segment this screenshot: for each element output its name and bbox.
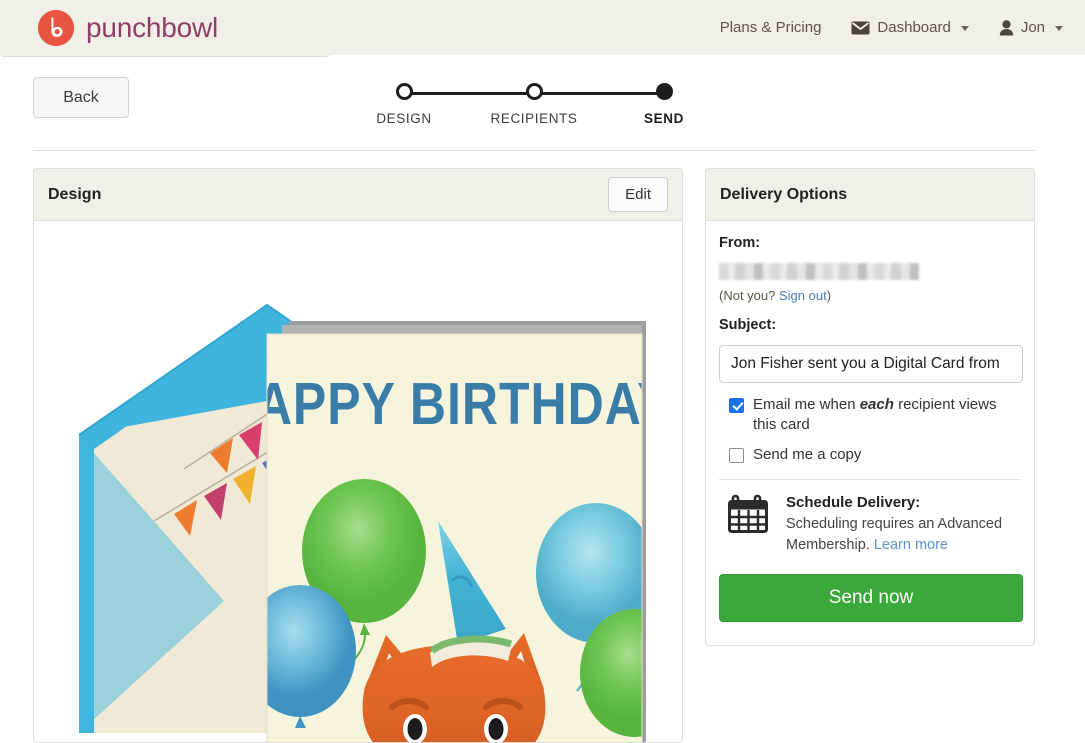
chevron-down-icon (1055, 26, 1063, 31)
header-divider (33, 150, 1035, 151)
send-now-button[interactable]: Send now (719, 574, 1023, 622)
nav-item-account[interactable]: Jon (999, 19, 1063, 36)
back-button[interactable]: Back (33, 77, 129, 118)
delivery-panel-body: From: (Not you? Sign out) Subject: Email… (706, 221, 1034, 638)
chevron-down-icon (960, 26, 969, 31)
delivery-options-panel: Delivery Options From: (Not you? Sign ou… (705, 168, 1035, 646)
schedule-delivery-title: Schedule Delivery: (786, 494, 921, 511)
nav-label-plans-pricing: Plans & Pricing (719, 19, 822, 36)
design-preview[interactable]: HAPPY BIRTHDAY! (34, 221, 682, 742)
design-edit-button[interactable]: Edit (608, 177, 668, 212)
not-you-line: (Not you? Sign out) (719, 288, 1021, 303)
design-panel: Design Edit HAPPY BIRTHDAY! (33, 168, 683, 743)
step-label-recipients: RECIPIENTS (490, 111, 578, 126)
main-nav: Plans & Pricing Dashboard Jon (720, 19, 1063, 36)
sign-out-link[interactable]: Sign out (779, 288, 827, 303)
step-dot-recipients[interactable] (525, 83, 543, 100)
schedule-delivery-row: Schedule Delivery: Scheduling requires a… (719, 492, 1021, 556)
check-emphasis-1: each (859, 396, 894, 413)
wizard-topbar: Back DESIGN RECIPIENTS SEND (0, 55, 1085, 151)
envelope-icon (851, 21, 870, 35)
checkbox-label-email-on-view: Email me when each recipient views this … (753, 395, 1021, 435)
greeting-card-artwork: HAPPY BIRTHDAY! (34, 221, 682, 742)
nav-item-dashboard[interactable]: Dashboard (851, 19, 969, 36)
checkbox-row-send-copy[interactable]: Send me a copy (719, 445, 1021, 465)
step-design[interactable]: DESIGN (344, 81, 464, 126)
checkbox-label-send-copy: Send me a copy (753, 446, 862, 463)
step-recipients[interactable]: RECIPIENTS (474, 81, 594, 126)
nav-item-plans-pricing[interactable]: Plans & Pricing (720, 19, 822, 36)
brand-logo[interactable]: punchbowl (38, 9, 219, 46)
from-value-redacted (719, 263, 919, 280)
checkbox-send-copy[interactable] (729, 448, 744, 463)
learn-more-link[interactable]: Learn more (874, 537, 948, 553)
design-panel-header: Design Edit (34, 169, 682, 221)
step-label-design: DESIGN (376, 111, 432, 126)
brand-name: punchbowl (86, 11, 219, 43)
step-dot-design[interactable] (395, 83, 413, 100)
site-header: punchbowl Plans & Pricing Dashboard Jon (0, 0, 1085, 55)
person-icon (999, 19, 1014, 36)
not-you-suffix: ) (826, 288, 832, 303)
checkbox-row-email-on-view[interactable]: Email me when each recipient views this … (719, 395, 1021, 435)
punchbowl-mark-icon (38, 9, 74, 46)
step-dot-send[interactable] (655, 83, 673, 100)
schedule-delivery-text: Schedule Delivery: Scheduling requires a… (786, 492, 1021, 556)
not-you-prefix: (Not you? (719, 288, 779, 303)
card-greeting-text: HAPPY BIRTHDAY! (219, 370, 682, 437)
subject-input[interactable] (719, 345, 1023, 383)
delivery-panel-title: Delivery Options (720, 185, 848, 203)
nav-label-account: Jon (1020, 19, 1045, 36)
from-label: From: (719, 235, 761, 251)
wizard-steps: DESIGN RECIPIENTS SEND (370, 81, 690, 143)
delivery-panel-header: Delivery Options (706, 169, 1034, 221)
checkbox-email-on-view[interactable] (729, 398, 744, 413)
check-text-before-1: Email me when (753, 396, 860, 413)
calendar-icon (728, 494, 772, 541)
design-panel-title: Design (48, 185, 102, 203)
delivery-divider (719, 479, 1021, 480)
step-label-send: SEND (644, 111, 684, 126)
nav-label-dashboard: Dashboard (877, 19, 951, 36)
subject-label: Subject: (719, 317, 777, 333)
step-send[interactable]: SEND (604, 81, 724, 126)
